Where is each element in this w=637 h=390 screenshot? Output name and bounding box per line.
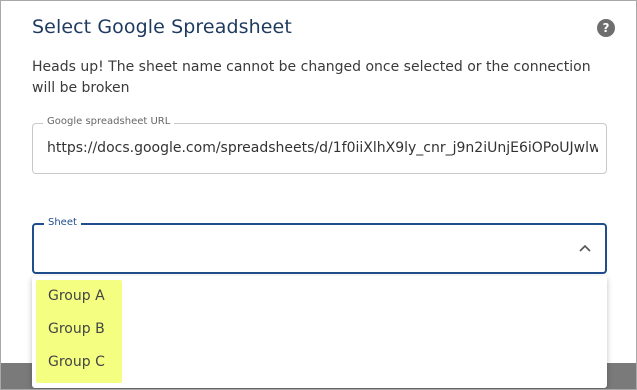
heads-up-notice: Heads up! The sheet name cannot be chang… [32, 59, 591, 96]
option-group-b[interactable]: Group B [36, 313, 122, 346]
spreadsheet-url-label: Google spreadsheet URL [43, 116, 175, 127]
sheet-dropdown-menu: Group A Group B Group C [32, 276, 607, 388]
chevron-up-icon[interactable] [577, 240, 593, 256]
dialog-title: Select Google Spreadsheet [32, 16, 292, 38]
screenshot-frame: Select Google Spreadsheet ? Heads up! Th… [0, 0, 637, 390]
spreadsheet-url-value[interactable]: https://docs.google.com/spreadsheets/d/1… [47, 140, 598, 156]
help-icon[interactable]: ? [597, 19, 615, 37]
option-group-c[interactable]: Group C [36, 346, 122, 379]
highlighted-options: Group A Group B Group C [36, 280, 122, 383]
sheet-select[interactable]: Sheet [32, 217, 607, 274]
spreadsheet-url-field[interactable]: Google spreadsheet URL https://docs.goog… [32, 116, 607, 174]
sheet-select-label: Sheet [44, 217, 81, 228]
option-group-a[interactable]: Group A [36, 280, 122, 313]
